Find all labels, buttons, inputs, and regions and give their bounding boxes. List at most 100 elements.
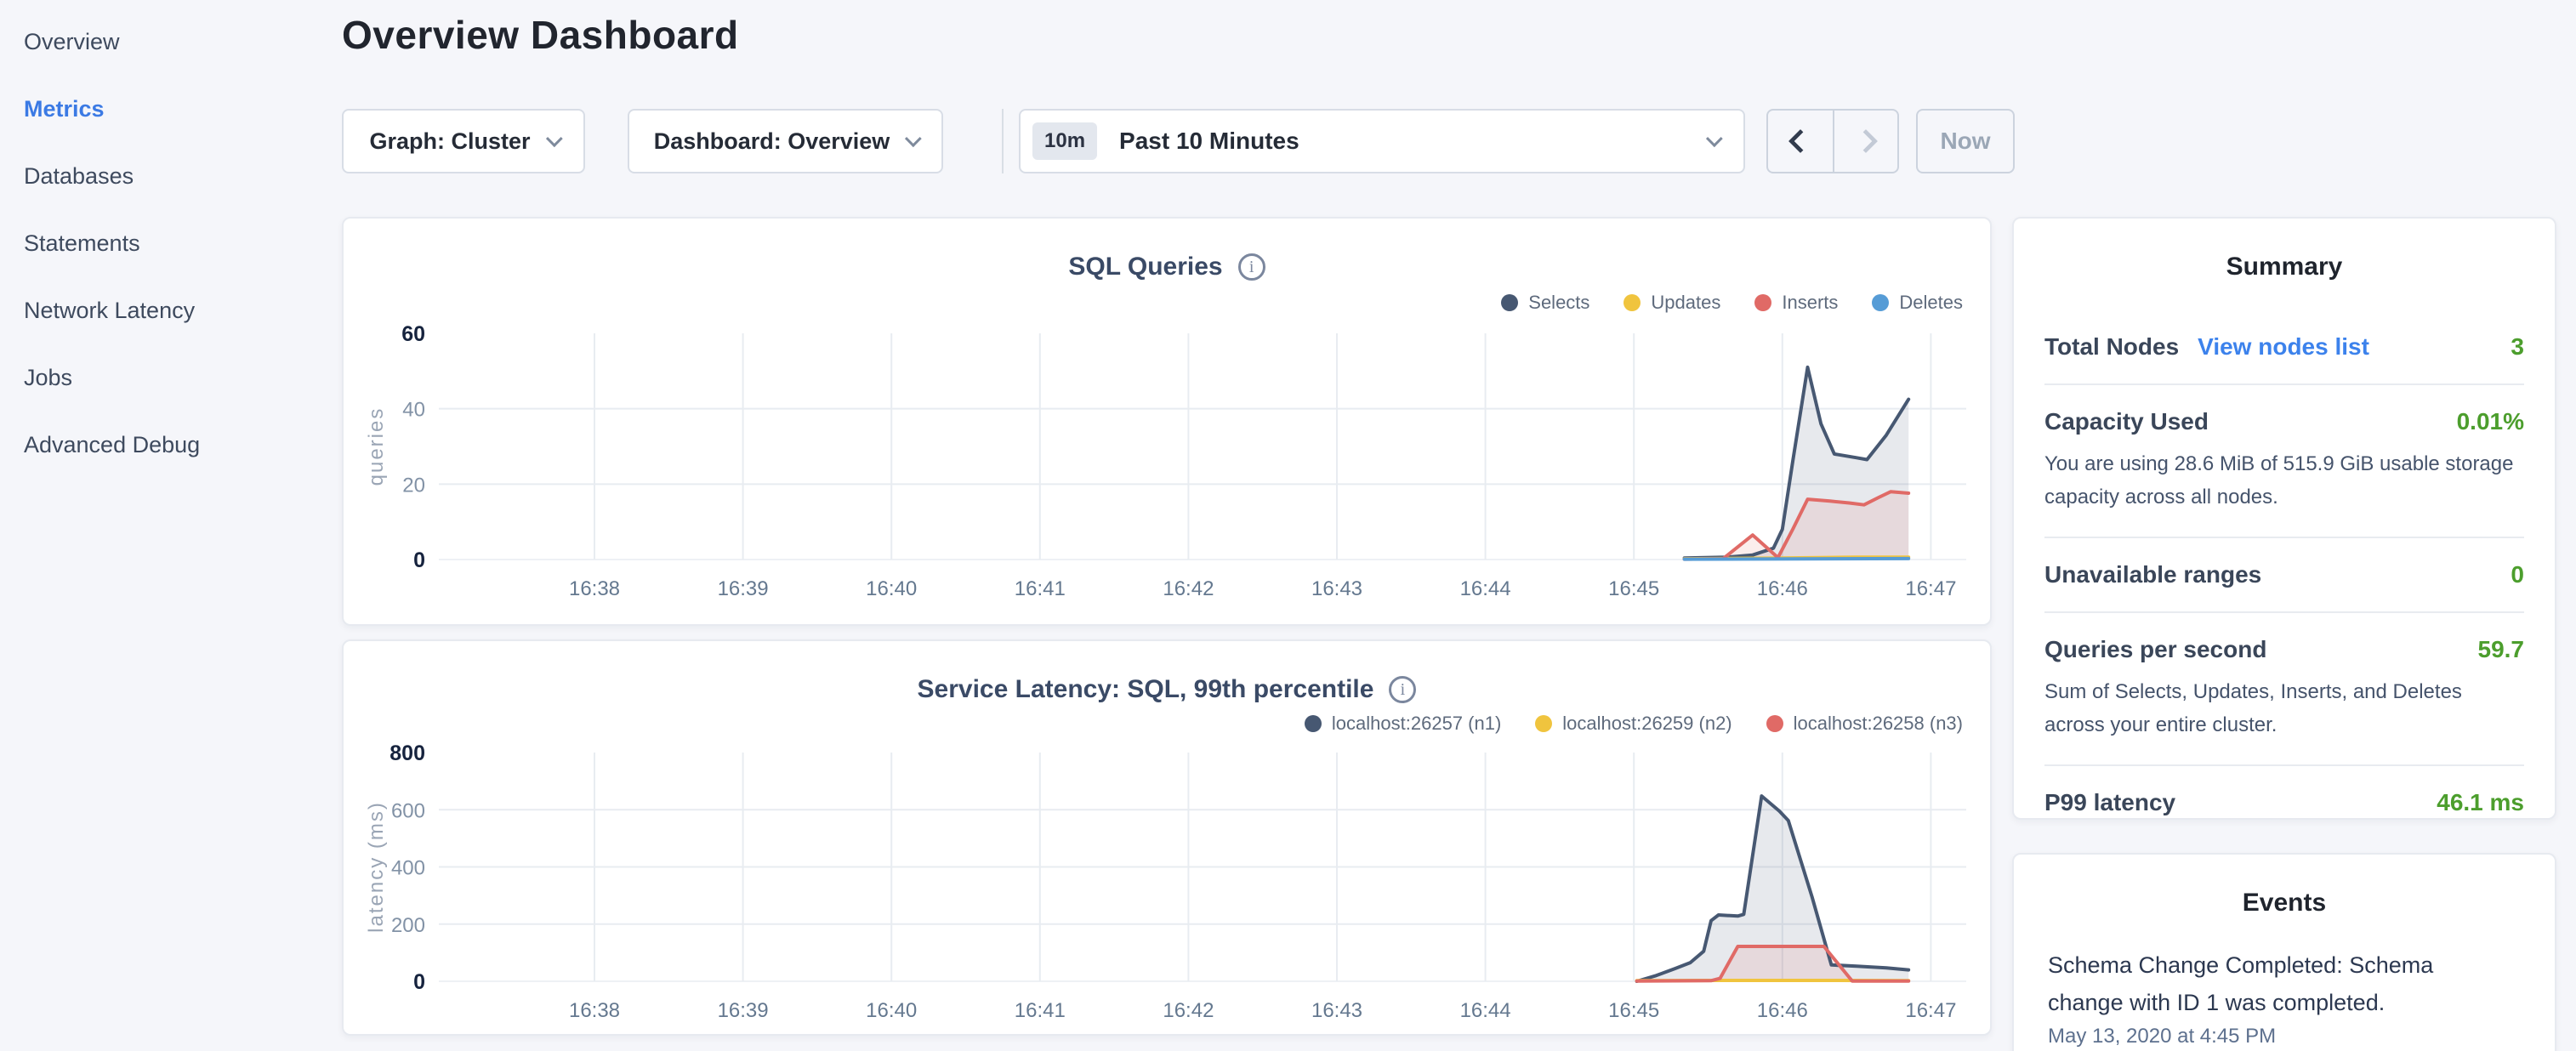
- toolbar: Graph: Cluster Dashboard: Overview 10m P…: [342, 109, 2213, 173]
- legend-label: localhost:26257 (n1): [1332, 713, 1501, 735]
- sidebar-item-advanced-debug[interactable]: Advanced Debug: [0, 412, 342, 479]
- x-tick-label: 16:42: [1163, 577, 1214, 600]
- legend-dot-icon: [1766, 715, 1783, 732]
- summary-row-subtext: Sum of Selects, Updates, Inserts, and De…: [2044, 675, 2524, 741]
- time-forward-button[interactable]: [1833, 111, 1897, 172]
- y-tick-label: 800: [390, 741, 425, 765]
- events-title: Events: [2048, 855, 2521, 917]
- chart-title-row: Service Latency: SQL, 99th percentile i: [344, 675, 1990, 704]
- y-tick-label: 0: [413, 970, 425, 994]
- summary-row-label: Queries per second: [2044, 636, 2266, 663]
- legend-label: Updates: [1651, 292, 1720, 314]
- sql-queries-chart-card: 16:3816:3916:4016:4116:4216:4316:4416:45…: [342, 217, 1992, 626]
- time-window-badge: 10m: [1032, 122, 1097, 160]
- chevron-down-icon: [1706, 130, 1723, 147]
- info-icon[interactable]: i: [1238, 253, 1265, 281]
- y-tick-label: 0: [413, 548, 425, 572]
- time-range-dropdown[interactable]: 10m Past 10 Minutes: [1019, 109, 1745, 173]
- x-tick-label: 16:46: [1757, 999, 1808, 1022]
- legend-label: Selects: [1528, 292, 1589, 314]
- summary-title: Summary: [2044, 219, 2524, 281]
- legend-label: localhost:26258 (n3): [1794, 713, 1963, 735]
- x-tick-label: 16:44: [1460, 577, 1511, 600]
- y-tick-label: 600: [391, 799, 425, 822]
- legend-label: Deletes: [1899, 292, 1963, 314]
- x-tick-label: 16:38: [569, 577, 620, 600]
- chart-title: Service Latency: SQL, 99th percentile: [918, 675, 1374, 704]
- sidebar: OverviewMetricsDatabasesStatementsNetwor…: [0, 0, 342, 1051]
- legend-dot-icon: [1872, 294, 1889, 311]
- y-tick-label: 60: [401, 322, 425, 346]
- sidebar-item-jobs[interactable]: Jobs: [0, 344, 342, 412]
- summary-row-value: 3: [2511, 333, 2524, 361]
- dashboard-dropdown-label: Dashboard: Overview: [654, 128, 890, 155]
- page-title: Overview Dashboard: [342, 12, 1992, 58]
- y-tick-label: 200: [391, 914, 425, 937]
- legend-label: Inserts: [1782, 292, 1838, 314]
- legend-dot-icon: [1624, 294, 1641, 311]
- toolbar-divider: [1002, 109, 1004, 173]
- legend-dot-icon: [1535, 715, 1552, 732]
- legend-item[interactable]: Updates: [1624, 292, 1720, 314]
- y-axis-label: latency (ms): [365, 801, 388, 933]
- events-card: Events Schema Change Completed: Schema c…: [2012, 853, 2556, 1051]
- y-tick-label: 40: [402, 399, 425, 422]
- legend-dot-icon: [1305, 715, 1322, 732]
- legend-label: localhost:26259 (n2): [1562, 713, 1732, 735]
- series-line: [1685, 559, 1909, 560]
- chart-legend: Selects Updates Inserts Deletes: [1501, 292, 1963, 314]
- legend-item[interactable]: localhost:26259 (n2): [1535, 713, 1732, 735]
- x-tick-label: 16:41: [1015, 577, 1066, 600]
- legend-item[interactable]: Selects: [1501, 292, 1589, 314]
- summary-card: Summary Total Nodes View nodes list 3 Capac…: [2012, 217, 2556, 820]
- legend-dot-icon: [1501, 294, 1518, 311]
- summary-row: Total Nodes View nodes list 3: [2044, 310, 2524, 383]
- info-icon[interactable]: i: [1389, 676, 1416, 703]
- now-button[interactable]: Now: [1916, 109, 2015, 173]
- service-latency-chart-card: 16:3816:3916:4016:4116:4216:4316:4416:45…: [342, 639, 1992, 1036]
- summary-row: P99 latency46.1 ms: [2044, 764, 2524, 839]
- legend-item[interactable]: Inserts: [1754, 292, 1838, 314]
- view-nodes-list-link[interactable]: View nodes list: [2198, 333, 2369, 361]
- summary-row-value: 0.01%: [2457, 408, 2524, 435]
- legend-item[interactable]: localhost:26257 (n1): [1305, 713, 1501, 735]
- chevron-left-icon: [1788, 129, 1812, 153]
- y-tick-label: 400: [391, 857, 425, 880]
- summary-row-label: Total Nodes: [2044, 333, 2179, 361]
- chevron-down-icon: [545, 130, 562, 147]
- summary-row-label: P99 latency: [2044, 789, 2175, 816]
- sidebar-item-overview[interactable]: Overview: [0, 9, 342, 76]
- x-tick-label: 16:44: [1460, 999, 1511, 1022]
- x-tick-label: 16:41: [1015, 999, 1066, 1022]
- summary-row-value: 59.7: [2478, 636, 2525, 663]
- x-tick-label: 16:40: [866, 999, 917, 1022]
- main-content: Overview Dashboard Graph: Cluster Dashbo…: [342, 0, 1992, 58]
- legend-item[interactable]: localhost:26258 (n3): [1766, 713, 1963, 735]
- x-tick-label: 16:39: [718, 577, 769, 600]
- sidebar-item-databases[interactable]: Databases: [0, 143, 342, 210]
- time-range-label: Past 10 Minutes: [1119, 128, 1299, 155]
- summary-row: Queries per second 59.7 Sum of Selects, Up…: [2044, 611, 2524, 764]
- legend-dot-icon: [1754, 294, 1771, 311]
- sidebar-item-statements[interactable]: Statements: [0, 210, 342, 277]
- time-backward-button[interactable]: [1768, 111, 1833, 172]
- sidebar-item-network-latency[interactable]: Network Latency: [0, 277, 342, 344]
- dashboard-dropdown[interactable]: Dashboard: Overview: [628, 109, 943, 173]
- x-tick-label: 16:46: [1757, 577, 1808, 600]
- sidebar-list: OverviewMetricsDatabasesStatementsNetwor…: [0, 0, 342, 479]
- summary-row: Capacity Used0.01%You are using 28.6 MiB…: [2044, 383, 2524, 537]
- x-tick-label: 16:45: [1608, 999, 1659, 1022]
- x-tick-label: 16:47: [1905, 999, 1956, 1022]
- events-list: Schema Change Completed: Schema change w…: [2048, 946, 2521, 1048]
- time-nav-group: [1766, 109, 1899, 173]
- chart-title-row: SQL Queries i: [344, 253, 1990, 281]
- x-tick-label: 16:39: [718, 999, 769, 1022]
- x-tick-label: 16:43: [1311, 999, 1362, 1022]
- x-tick-label: 16:45: [1608, 577, 1659, 600]
- summary-rows: Total Nodes View nodes list 3 Capacity Used…: [2044, 310, 2524, 839]
- summary-row-label: Unavailable ranges: [2044, 561, 2261, 588]
- chart-title: SQL Queries: [1068, 253, 1222, 281]
- graph-scope-dropdown[interactable]: Graph: Cluster: [342, 109, 585, 173]
- sidebar-item-metrics[interactable]: Metrics: [0, 76, 342, 143]
- legend-item[interactable]: Deletes: [1872, 292, 1963, 314]
